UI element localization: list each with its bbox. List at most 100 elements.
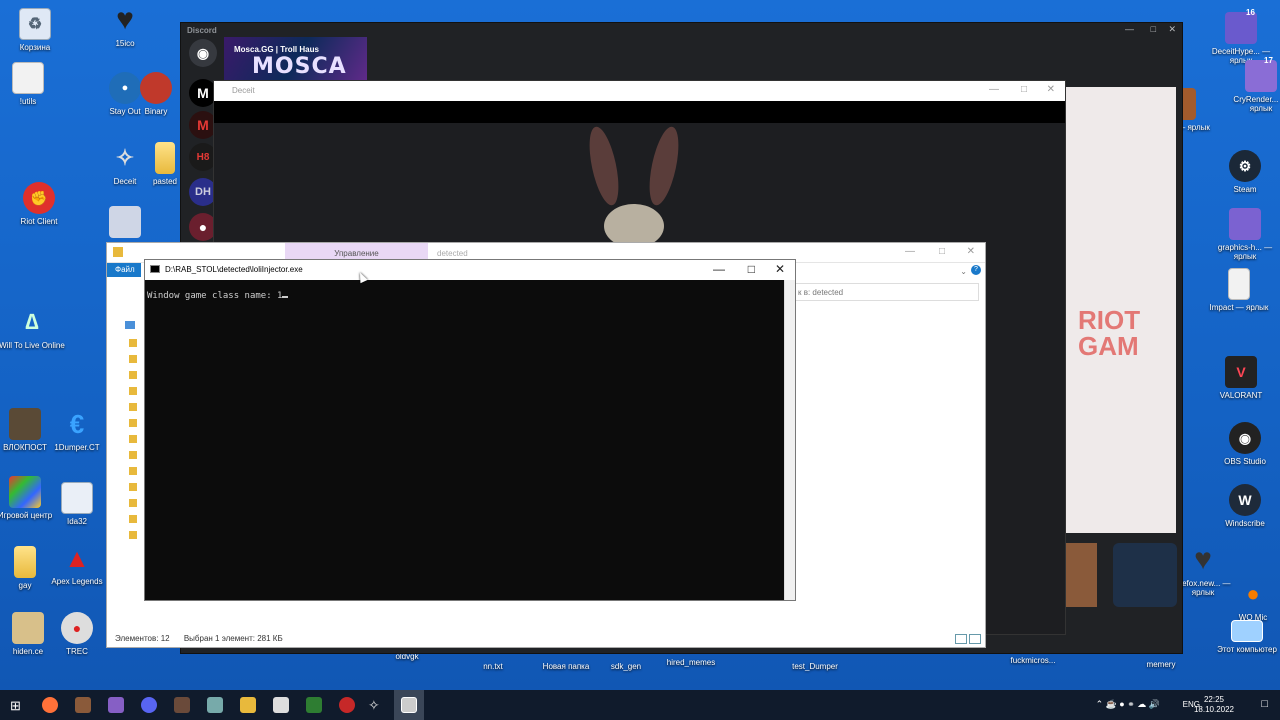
close-icon[interactable]: ✕ [1168, 24, 1176, 35]
app-icon[interactable] [75, 697, 91, 713]
discord-icon[interactable] [141, 697, 157, 713]
console-window[interactable]: D:\RAB_STOL\detected\loliInjector.exe — … [144, 259, 796, 601]
avatar[interactable] [1061, 543, 1097, 607]
desktop-icon-utils[interactable]: !utils [0, 62, 63, 106]
desktop-icon-anime[interactable] [90, 206, 160, 241]
desktop-icon-label: fuckmicros... [1010, 656, 1056, 665]
desktop-icon-trec[interactable]: ● TREC [42, 612, 112, 656]
scrollbar[interactable] [784, 280, 795, 600]
desktop-icon-sdk-gen[interactable]: sdk_gen [591, 662, 661, 671]
avatar[interactable] [1113, 543, 1177, 607]
start-icon[interactable]: ⊞ [10, 698, 21, 714]
riot-client-icon: ✊ [23, 182, 55, 214]
desktop-icon-test-dumper[interactable]: test_Dumper [780, 662, 850, 671]
desktop-icon-impact[interactable]: Impact — ярлык [1204, 268, 1274, 312]
desktop-icon-will-to-live[interactable]: ∆ Will To Live Online [0, 306, 67, 350]
maximize-icon[interactable]: □ [939, 246, 945, 257]
folder-list[interactable] [129, 339, 137, 539]
active-app-button[interactable] [394, 690, 424, 720]
tray-icons[interactable]: ⌃ ☕ ● ⚭ ☁ 🔊 [1096, 699, 1160, 710]
desktop-icon-binary[interactable]: Binary [132, 72, 180, 116]
file-icon [12, 62, 44, 94]
close-icon[interactable]: ✕ [1047, 84, 1055, 95]
visual-studio-icon[interactable] [108, 697, 124, 713]
desktop-icon-riot-client[interactable]: ✊ Riot Client [4, 182, 74, 226]
details-view-icon[interactable] [955, 634, 967, 644]
desktop-icon-15ico[interactable]: ♥ 15ico [90, 3, 160, 48]
badge: 17 [1264, 56, 1273, 65]
app-icon[interactable] [306, 697, 322, 713]
wtl-icon: ∆ [25, 309, 39, 334]
app-icon[interactable] [273, 697, 289, 713]
desktop-icon-windscribe[interactable]: W Windscribe [1210, 484, 1280, 528]
firefox-icon[interactable] [42, 697, 58, 713]
desktop-icon-graphics[interactable]: graphics-h... — ярлык [1210, 208, 1280, 261]
folder-icon [155, 142, 175, 174]
desktop-icon-nn-txt[interactable]: nn.txt [458, 662, 528, 671]
computer-icon [1231, 620, 1263, 642]
discord-home-icon[interactable]: ◉ [189, 39, 217, 67]
tab-file[interactable]: Файл [107, 263, 141, 277]
riot-text: RIOT GAM [1078, 305, 1141, 361]
tiles-view-icon[interactable] [969, 634, 981, 644]
desktop-icon-label: memery [1146, 660, 1176, 669]
desktop-icon-label: Ida32 [66, 517, 88, 526]
status-bar: Элементов: 12 Выбран 1 элемент: 281 КБ [115, 634, 283, 643]
desktop-icon-label: !utils [19, 97, 37, 106]
rabbit-image [589, 126, 679, 246]
desktop-icon-label: nn.txt [483, 662, 503, 671]
rabbit-icon: ✧ [115, 145, 135, 170]
binary-icon [140, 72, 172, 104]
desktop-icon-label: Impact — ярлык [1209, 303, 1269, 312]
app-icon[interactable] [174, 697, 190, 713]
close-icon[interactable]: ✕ [967, 246, 975, 257]
minimize-icon[interactable]: — [905, 246, 915, 257]
desktop-icon-label: Riot Client [20, 217, 58, 226]
clock[interactable]: 22:25 18.10.2022 [1194, 695, 1234, 715]
text-cursor [282, 296, 289, 298]
desktop-icon-this-pc[interactable]: Этот компьютер [1212, 620, 1280, 654]
minimize-icon[interactable]: — [713, 262, 725, 276]
file-explorer-icon[interactable] [240, 697, 256, 713]
star-icon[interactable] [125, 321, 135, 329]
desktop-icon-valorant[interactable]: V VALORANT [1206, 356, 1276, 400]
desktop-icon-label: Will To Live Online [0, 341, 65, 350]
game-icon [9, 408, 41, 440]
chevron-down-icon[interactable]: ⌄ [960, 267, 967, 276]
minimize-icon[interactable]: — [1125, 24, 1134, 34]
desktop-icon-hired-memes[interactable]: hired_memes [656, 658, 726, 667]
minimize-icon[interactable]: — [989, 84, 999, 95]
server-banner[interactable]: Mosca.GG | Troll Haus MOSCA [224, 37, 367, 83]
desktop-icon-steam[interactable]: ⚙ Steam [1210, 150, 1280, 194]
desktop-icon-fuckmicros[interactable]: fuckmicros... [998, 656, 1068, 665]
microphone-icon: ● [1246, 581, 1260, 606]
notes-icon[interactable] [207, 697, 223, 713]
folder-icon [14, 546, 36, 578]
search-input[interactable]: к в: detected [791, 283, 979, 301]
maximize-icon[interactable]: □ [1021, 84, 1027, 95]
console-output[interactable]: Window game class name: 1 [145, 280, 785, 600]
desktop-icon-label: 15ico [115, 39, 135, 48]
maximize-icon[interactable]: □ [1151, 24, 1156, 34]
notifications-icon[interactable]: □ [1261, 698, 1268, 710]
desktop-icon-recycle-bin[interactable]: ♻ Корзина [0, 8, 70, 52]
rabbit-icon[interactable]: ✧ [368, 697, 384, 713]
participants [1061, 535, 1181, 615]
desktop-icon-memery[interactable]: memery [1126, 660, 1196, 669]
app-icon[interactable] [339, 697, 355, 713]
desktop-icon-obs[interactable]: ◉ OBS Studio [1210, 422, 1280, 466]
server-name: Mosca.GG | Troll Haus [234, 45, 319, 54]
help-icon[interactable]: ? [971, 265, 981, 275]
desktop-icon-wo-mic[interactable]: ● WO Mic [1218, 578, 1280, 622]
close-icon[interactable]: ✕ [775, 262, 785, 276]
desktop-icon-apex[interactable]: ▲ Apex Legends [42, 542, 112, 587]
desktop-icon-label: Этот компьютер [1217, 645, 1277, 654]
desktop-icon-label: CryRender... — ярлык [1233, 95, 1280, 113]
apex-icon: ▲ [64, 542, 90, 573]
maximize-icon[interactable]: □ [748, 262, 755, 276]
desktop-icon-label: 1Dumper.CT [54, 443, 100, 452]
desktop-icon-dumper[interactable]: € 1Dumper.CT [42, 408, 112, 453]
desktop-icon-label: sdk_gen [610, 662, 642, 671]
desktop-icon-cry-render[interactable]: CryRender... — ярлык 17 [1226, 56, 1280, 113]
desktop-icon-ida[interactable]: Ida32 [42, 482, 112, 526]
